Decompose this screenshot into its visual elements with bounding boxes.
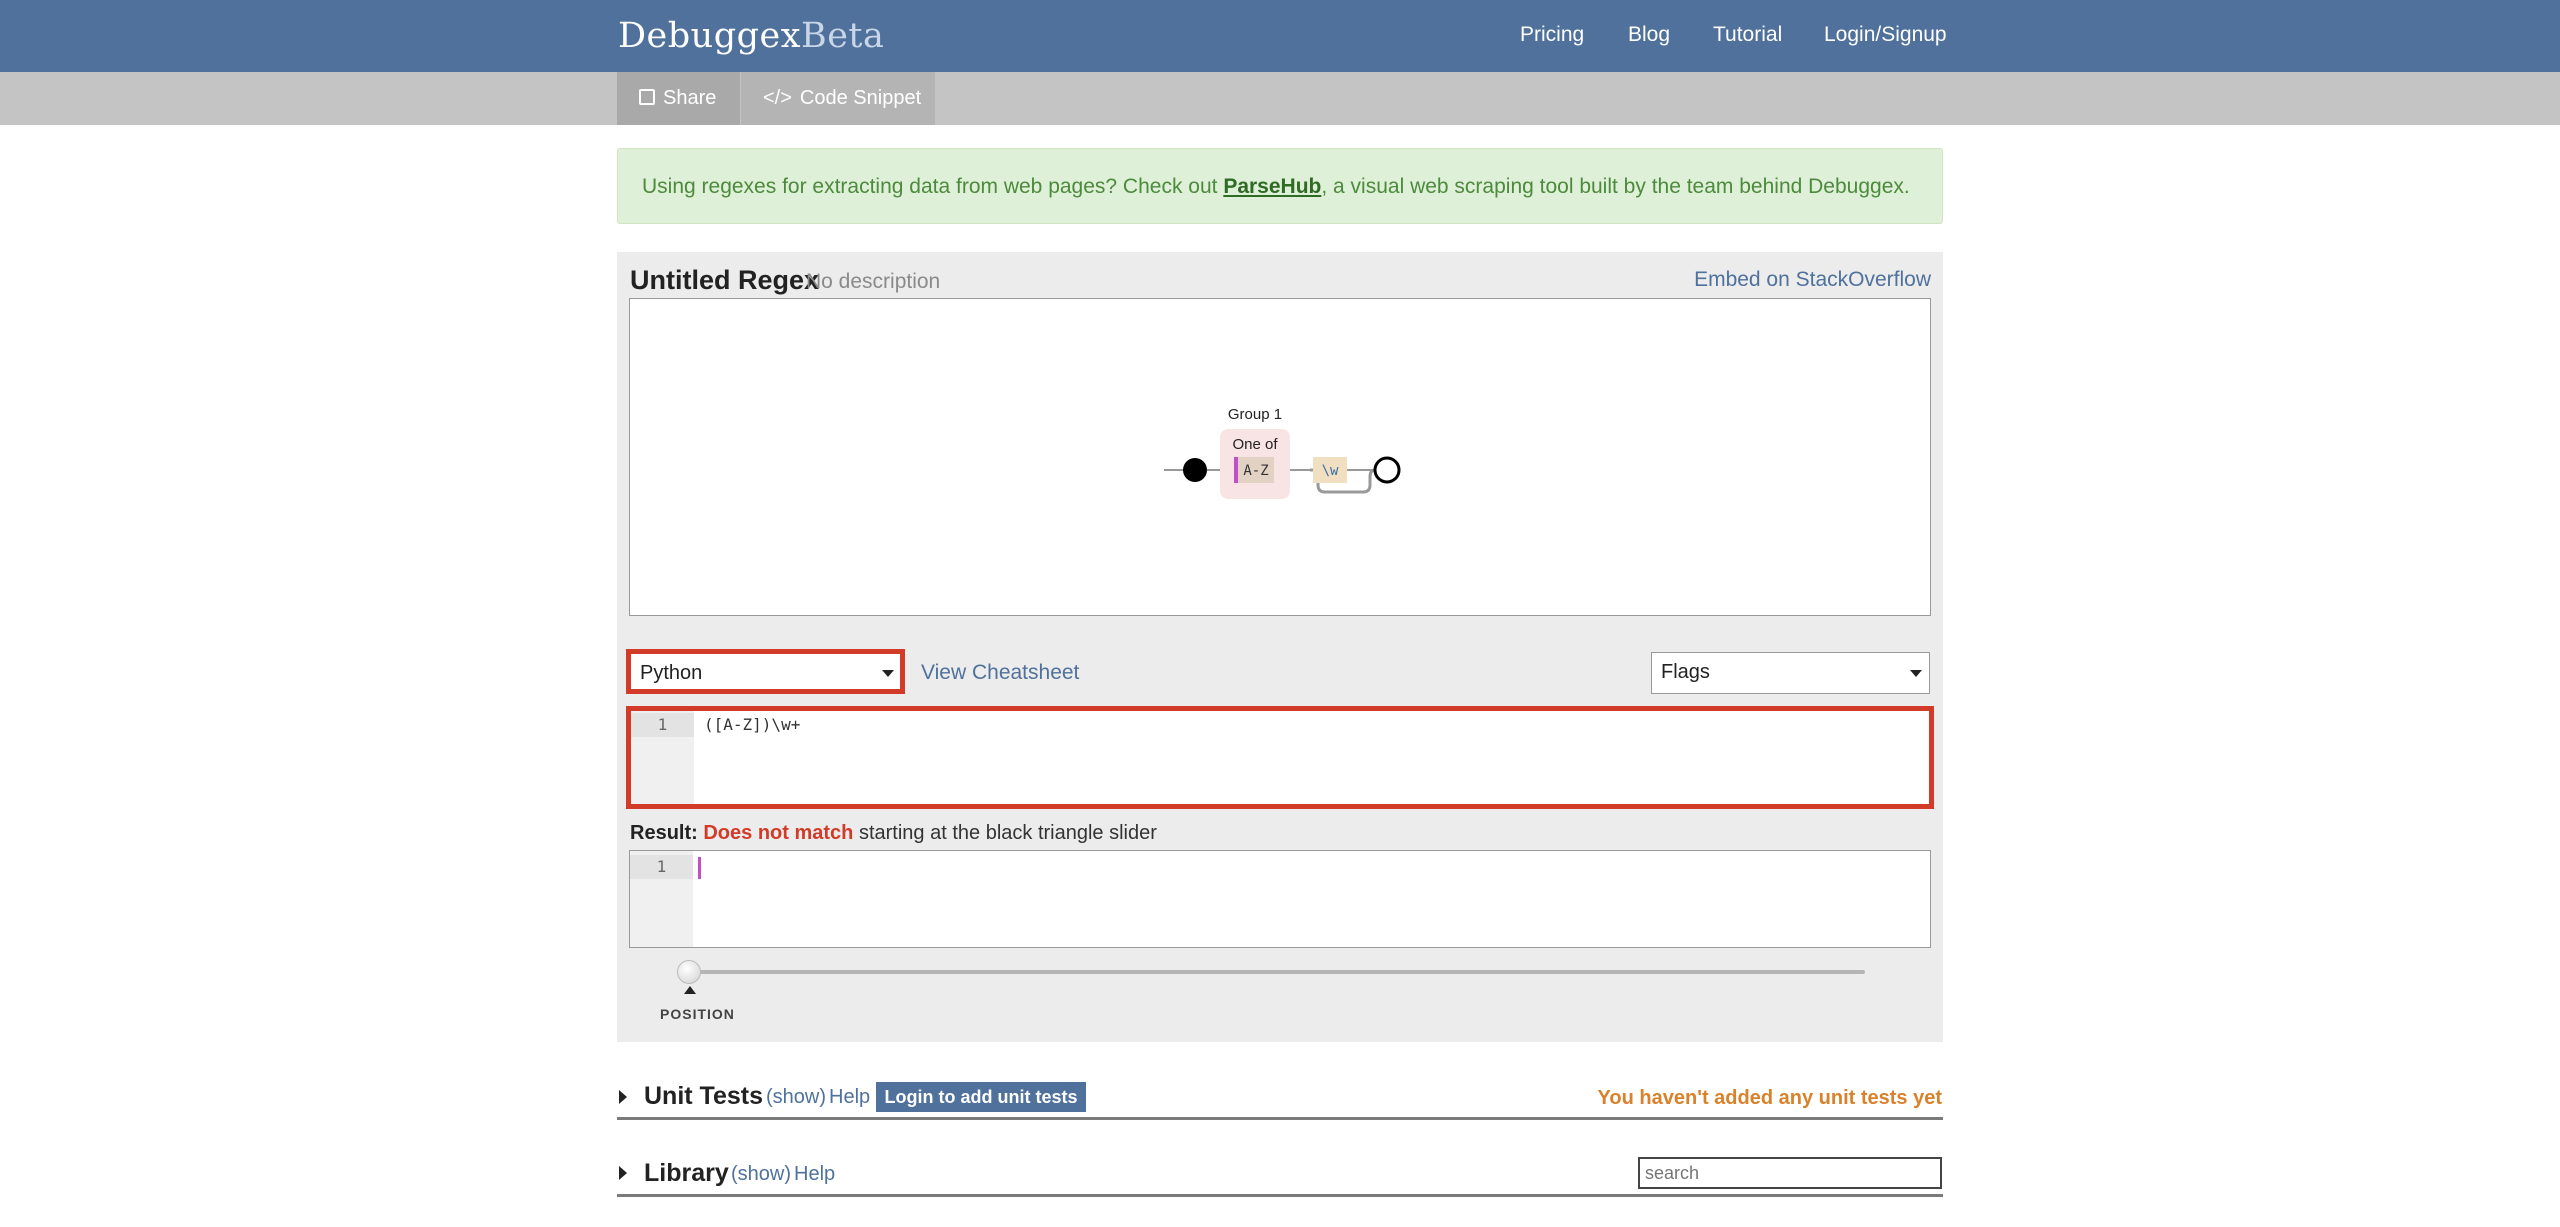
test-string-input[interactable]: 1 (629, 850, 1931, 948)
snippet-label: Code Snippet (799, 87, 922, 109)
range-text: A-Z (1243, 463, 1268, 479)
notice-text-before: Using regexes for extracting data from w… (642, 175, 1224, 198)
code-snippet-button[interactable]: </> Code Snippet (741, 72, 935, 125)
library-search-input[interactable] (1638, 1157, 1942, 1189)
chevron-down-icon (1910, 670, 1922, 677)
parsehub-notice: Using regexes for extracting data from w… (617, 148, 1943, 224)
share-label: Share (663, 87, 717, 109)
group-1-label: Group 1 (1228, 406, 1282, 423)
result-suffix: starting at the black triangle slider (858, 822, 1157, 844)
nav-blog[interactable]: Blog (1628, 23, 1670, 47)
toolbar: Share </> Code Snippet (0, 72, 2560, 125)
railroad-svg: Group 1 One of A-Z \w (1164, 406, 1401, 499)
result-status: Does not match (703, 822, 854, 844)
library-help-link[interactable]: Help (794, 1163, 835, 1186)
regex-input[interactable]: 1 ([A-Z])\w+ (626, 706, 1934, 809)
view-cheatsheet-link[interactable]: View Cheatsheet (921, 661, 1079, 685)
position-label: POSITION (660, 1006, 735, 1022)
embed-stackoverflow-link[interactable]: Embed on StackOverflow (1694, 268, 1931, 292)
regex-panel: Untitled Regex No description Embed on S… (617, 252, 1943, 1042)
regex-gutter: 1 (631, 711, 694, 804)
caret-right-icon[interactable] (619, 1166, 627, 1180)
login-add-unit-tests-button[interactable]: Login to add unit tests (876, 1082, 1086, 1112)
unit-tests-show-link[interactable]: (show) (766, 1086, 826, 1109)
nav-tutorial[interactable]: Tutorial (1713, 23, 1782, 47)
test-gutter: 1 (630, 851, 693, 947)
unit-tests-title[interactable]: Unit Tests (644, 1082, 763, 1111)
caret-right-icon[interactable] (619, 1090, 627, 1104)
language-value: Python (640, 662, 703, 684)
regex-description[interactable]: No description (806, 270, 940, 294)
library-divider (617, 1194, 1943, 1197)
text-cursor (698, 857, 701, 879)
black-triangle-marker[interactable] (684, 986, 696, 994)
library-show-link[interactable]: (show) (731, 1163, 791, 1186)
nav-pricing[interactable]: Pricing (1520, 23, 1584, 47)
regex-line-number: 1 (631, 713, 694, 737)
top-navbar: DebuggexBeta Pricing Blog Tutorial Login… (0, 0, 2560, 72)
flags-value: Flags (1661, 661, 1710, 683)
word-class-text: \w (1322, 463, 1339, 479)
result-label: Result: (630, 822, 698, 844)
start-node (1183, 458, 1207, 482)
flags-select[interactable]: Flags (1651, 652, 1930, 694)
brand-beta: Beta (800, 16, 885, 56)
language-select[interactable]: Python (626, 649, 905, 694)
regex-pattern-text[interactable]: ([A-Z])\w+ (704, 715, 800, 734)
regex-title[interactable]: Untitled Regex (630, 265, 819, 296)
result-line: Result: Does not match starting at the b… (630, 822, 1157, 845)
position-slider-track[interactable] (697, 970, 1865, 974)
position-slider-handle[interactable] (677, 960, 701, 984)
nav-login-signup[interactable]: Login/Signup (1824, 23, 1947, 47)
chevron-down-icon (882, 670, 894, 677)
parsehub-link[interactable]: ParseHub (1223, 175, 1321, 198)
library-title[interactable]: Library (644, 1159, 729, 1188)
share-button[interactable]: Share (617, 72, 740, 125)
end-node (1373, 456, 1401, 484)
test-line-number: 1 (630, 855, 693, 879)
notice-text-after: , a visual web scraping tool built by th… (1321, 175, 1910, 198)
railroad-diagram: Group 1 One of A-Z \w (629, 298, 1931, 616)
brand-logo[interactable]: DebuggexBeta (618, 16, 884, 56)
unit-tests-divider (617, 1117, 1943, 1120)
brand-name: Debuggex (618, 16, 801, 56)
one-of-label: One of (1232, 436, 1278, 453)
unit-tests-help-link[interactable]: Help (829, 1086, 870, 1109)
unit-tests-warning: You haven't added any unit tests yet (1597, 1087, 1942, 1109)
share-icon (639, 89, 655, 105)
code-icon: </> (763, 87, 792, 109)
range-highlight (1234, 457, 1238, 483)
